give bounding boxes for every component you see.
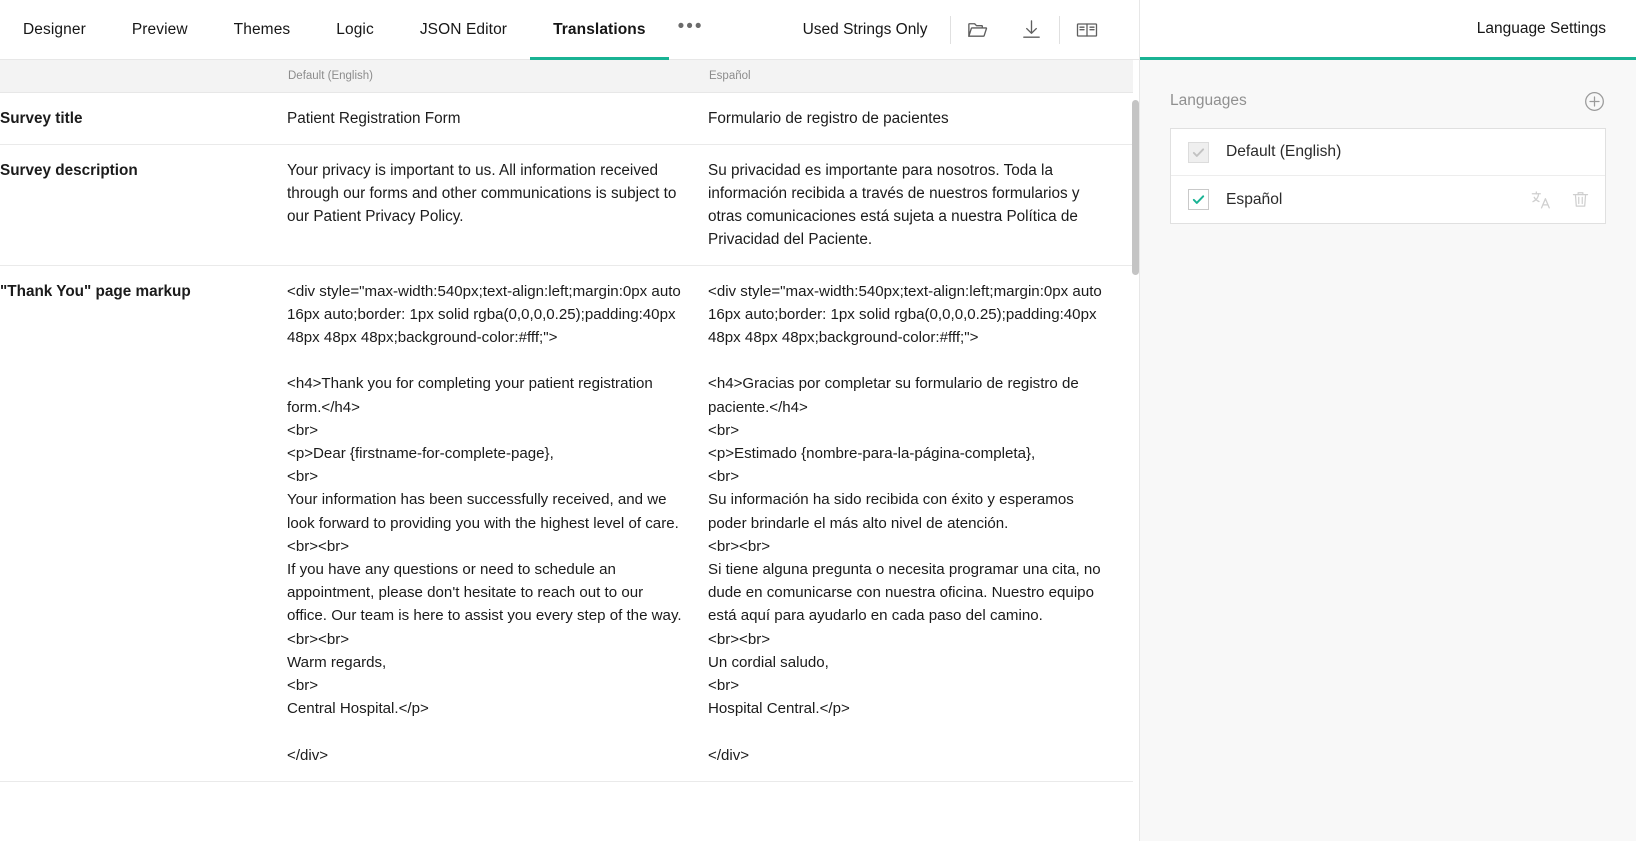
cell-text: Your privacy is important to us. All inf… bbox=[287, 161, 677, 225]
tab-preview[interactable]: Preview bbox=[109, 0, 211, 59]
row-actions-espanol bbox=[1530, 189, 1591, 211]
languages-list: Default (English) Español bbox=[1170, 128, 1606, 224]
column-header-label bbox=[0, 60, 287, 93]
language-checkbox-espanol[interactable] bbox=[1188, 189, 1209, 210]
tab-json-editor[interactable]: JSON Editor bbox=[397, 0, 530, 59]
cell-default-survey-title[interactable]: Patient Registration Form bbox=[287, 92, 708, 145]
language-checkbox-default-english bbox=[1188, 141, 1209, 163]
cell-default-thank-you-markup[interactable]: <div style="max-width:540px;text-align:l… bbox=[287, 265, 708, 782]
tab-designer[interactable]: Designer bbox=[0, 0, 109, 59]
tab-preview-label: Preview bbox=[131, 20, 188, 38]
table-vertical-scrollbar[interactable] bbox=[1132, 100, 1139, 812]
download-icon[interactable] bbox=[1005, 7, 1059, 53]
translations-table-container: Default (English) Español Survey title P… bbox=[0, 60, 1139, 841]
table-head: Default (English) Español bbox=[0, 60, 1133, 93]
cell-espanol-survey-description[interactable]: Su privacidad es importante para nosotro… bbox=[708, 144, 1133, 266]
tab-themes-label: Themes bbox=[233, 20, 291, 38]
page-title: Language Settings bbox=[1476, 19, 1606, 37]
tab-json-editor-label: JSON Editor bbox=[419, 20, 508, 38]
cell-default-survey-description[interactable]: Your privacy is important to us. All inf… bbox=[287, 144, 708, 266]
row-label-thank-you-page-markup: "Thank You" page markup bbox=[0, 265, 287, 782]
column-header-espanol: Español bbox=[708, 60, 1133, 93]
cell-text: <div style="max-width:540px;text-align:l… bbox=[708, 282, 1102, 764]
cell-text: <div style="max-width:540px;text-align:l… bbox=[287, 282, 682, 764]
language-name-espanol: Español bbox=[1226, 190, 1283, 208]
list-item[interactable]: Default (English) bbox=[1171, 129, 1605, 176]
column-header-default-english: Default (English) bbox=[287, 60, 708, 93]
cell-text: Patient Registration Form bbox=[287, 109, 461, 127]
cell-espanol-thank-you-markup[interactable]: <div style="max-width:540px;text-align:l… bbox=[708, 265, 1133, 782]
translate-icon[interactable] bbox=[1530, 189, 1552, 211]
language-name-default-english: Default (English) bbox=[1226, 143, 1342, 160]
top-tab-bar: Designer Preview Themes Logic JSON Edito… bbox=[0, 0, 1139, 60]
tab-overflow-glyph: ••• bbox=[677, 15, 704, 37]
translations-page: Designer Preview Themes Logic JSON Edito… bbox=[0, 0, 1636, 841]
translations-table: Default (English) Español Survey title P… bbox=[0, 60, 1133, 782]
used-strings-only-button[interactable]: Used Strings Only bbox=[781, 21, 950, 39]
translations-toolbar: Used Strings Only bbox=[781, 0, 1114, 59]
cell-text: Su privacidad es importante para nosotro… bbox=[708, 161, 1080, 248]
scrollbar-thumb[interactable] bbox=[1132, 100, 1139, 275]
trash-icon[interactable] bbox=[1570, 189, 1591, 210]
list-item[interactable]: Español bbox=[1171, 176, 1605, 223]
tab-themes[interactable]: Themes bbox=[211, 0, 314, 59]
row-label-survey-description: Survey description bbox=[0, 144, 287, 266]
table-row: Survey title Patient Registration Form F… bbox=[0, 92, 1133, 145]
tab-translations[interactable]: Translations bbox=[530, 0, 669, 60]
used-strings-only-label: Used Strings Only bbox=[802, 20, 928, 38]
folder-open-icon[interactable] bbox=[951, 7, 1005, 53]
language-settings-header: Language Settings bbox=[1140, 0, 1636, 60]
tab-overflow-menu-icon[interactable]: ••• bbox=[669, 0, 713, 59]
plus-circle-icon[interactable] bbox=[1583, 90, 1606, 113]
tab-logic[interactable]: Logic bbox=[313, 0, 397, 59]
language-settings-body: Languages Default (English) Español bbox=[1140, 60, 1636, 841]
languages-label: Languages bbox=[1170, 92, 1247, 109]
table-header-row: Default (English) Español bbox=[0, 60, 1133, 93]
row-label-survey-title: Survey title bbox=[0, 92, 287, 145]
table-row: Survey description Your privacy is impor… bbox=[0, 144, 1133, 266]
languages-section-header: Languages bbox=[1170, 84, 1606, 118]
table-row: "Thank You" page markup <div style="max-… bbox=[0, 265, 1133, 782]
cell-text: Formulario de registro de pacientes bbox=[708, 109, 949, 127]
main-area: Designer Preview Themes Logic JSON Edito… bbox=[0, 0, 1140, 841]
book-icon[interactable] bbox=[1060, 7, 1114, 53]
tab-translations-label: Translations bbox=[553, 20, 646, 38]
table-body: Survey title Patient Registration Form F… bbox=[0, 92, 1133, 782]
cell-espanol-survey-title[interactable]: Formulario de registro de pacientes bbox=[708, 92, 1133, 145]
tab-logic-label: Logic bbox=[336, 20, 374, 38]
tab-designer-label: Designer bbox=[23, 20, 86, 38]
language-settings-panel: Language Settings Languages Default (Eng… bbox=[1140, 0, 1636, 841]
